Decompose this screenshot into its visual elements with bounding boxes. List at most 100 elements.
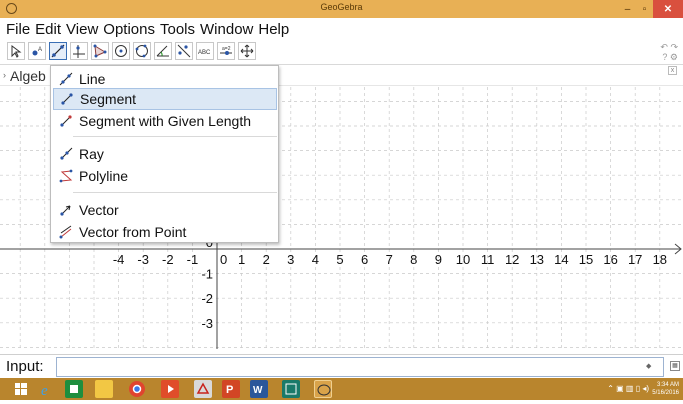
help-icon[interactable]: ? [662, 52, 667, 62]
keyboard-icon[interactable]: ▦ [670, 361, 680, 371]
move-graphics-tool-button[interactable] [238, 42, 256, 60]
settings-icon[interactable]: ⚙ [670, 52, 678, 62]
system-tray[interactable]: ⌃ ▣ ▥ ▯ ◂) [607, 384, 649, 393]
menu-item-segment[interactable]: Segment [53, 88, 277, 110]
x-tick-label: -1 [187, 252, 199, 267]
line-tool-button[interactable] [49, 42, 67, 60]
x-tick-label: 14 [554, 252, 568, 267]
menu-edit[interactable]: Edit [35, 21, 61, 38]
y-tick-label: -1 [201, 267, 213, 282]
x-tick-label: 0 [220, 252, 227, 267]
acrobat-icon[interactable] [194, 380, 212, 398]
menu-file[interactable]: File [6, 21, 30, 38]
menu-item-label: Ray [79, 146, 104, 162]
line-tool-icon [51, 44, 65, 58]
circle-tool-button[interactable] [112, 42, 130, 60]
x-tick-label: 17 [628, 252, 642, 267]
minimize-button[interactable]: – [619, 0, 636, 18]
clock-date: 5/16/2016 [652, 390, 679, 396]
expand-arrow-icon[interactable]: › [3, 70, 6, 80]
angle-tool-button[interactable] [154, 42, 172, 60]
maximize-button[interactable]: ▫ [636, 0, 653, 18]
y-tick-label: -3 [201, 316, 213, 331]
x-tick-label: -4 [113, 252, 125, 267]
x-tick-label: 15 [579, 252, 593, 267]
chrome-icon[interactable] [128, 380, 146, 398]
media-player-icon[interactable] [161, 380, 179, 398]
menu-item-label: Polyline [79, 168, 129, 184]
close-button[interactable]: ✕ [653, 0, 683, 18]
x-tick-label: 8 [410, 252, 417, 267]
menu-item-ray[interactable]: Ray [53, 143, 277, 165]
menu-separator [73, 136, 277, 137]
x-tick-label: 10 [456, 252, 470, 267]
menu-options[interactable]: Options [103, 21, 155, 38]
point-tool-button[interactable]: A [28, 42, 46, 60]
move-tool-icon [11, 45, 22, 58]
undo-icon[interactable]: ↶ [660, 42, 668, 52]
menu-separator [73, 192, 277, 193]
windows-start-icon[interactable] [12, 380, 30, 398]
slider-icon: a=2 [220, 46, 232, 55]
svg-text:P: P [226, 384, 233, 396]
input-label: Input: [6, 358, 44, 375]
file-explorer-icon[interactable] [95, 380, 113, 398]
window-controls: – ▫ ✕ [619, 0, 683, 18]
x-tick-label: 12 [505, 252, 519, 267]
input-history-icon[interactable]: ◆ [646, 362, 651, 370]
slider-tool-button[interactable]: a=2 [217, 42, 235, 60]
undo-redo-area: ↶ ↷ ? ⚙ [660, 42, 678, 62]
move-tool-button[interactable] [7, 42, 25, 60]
store-icon[interactable] [65, 380, 83, 398]
window-title: GeoGebra [320, 2, 363, 12]
redo-icon[interactable]: ↷ [670, 42, 678, 52]
toolbar: A ABC a=2 ↶ ↷ ? ⚙ [0, 40, 683, 64]
x-tick-label: -3 [137, 252, 149, 267]
polygon-icon [93, 44, 107, 58]
menu-item-label: Segment with Given Length [79, 113, 251, 129]
menu-tools[interactable]: Tools [160, 21, 195, 38]
svg-text:ABC: ABC [198, 50, 211, 56]
x-tick-label: -2 [162, 252, 174, 267]
vector-icon [60, 205, 71, 216]
powerpoint-icon[interactable]: P [222, 380, 240, 398]
menu-help[interactable]: Help [258, 21, 289, 38]
x-tick-label: 2 [263, 252, 270, 267]
menu-item-polyline[interactable]: Polyline [53, 165, 277, 187]
circle-through-points-icon [135, 44, 148, 58]
menu-bar: File Edit View Options Tools Window Help [0, 18, 683, 40]
x-tick-label: 7 [386, 252, 393, 267]
polygon-tool-button[interactable] [91, 42, 109, 60]
menu-item-label: Line [79, 71, 106, 87]
publisher-icon[interactable] [282, 380, 300, 398]
perpendicular-line-tool-button[interactable] [70, 42, 88, 60]
text-icon: ABC [198, 50, 211, 56]
circle-through-points-tool-button[interactable] [133, 42, 151, 60]
perpendicular-line-icon [73, 45, 85, 58]
input-field[interactable] [56, 357, 664, 377]
ray-icon [60, 147, 73, 160]
menu-item-vector[interactable]: Vector [53, 199, 277, 221]
menu-item-label: Vector from Point [79, 224, 187, 240]
x-tick-label: 6 [361, 252, 368, 267]
menu-view[interactable]: View [66, 21, 98, 38]
reflect-tool-button[interactable] [175, 42, 193, 60]
vector-from-point-icon [59, 225, 72, 239]
menu-item-line[interactable]: Line [53, 68, 277, 90]
reflect-icon [177, 44, 191, 58]
svg-text:a=2: a=2 [222, 46, 231, 52]
algebra-panel-label[interactable]: Algeb [10, 68, 46, 84]
svg-text:A: A [38, 47, 42, 53]
geogebra-icon[interactable] [314, 380, 332, 398]
panel-close-icon[interactable]: x [668, 66, 677, 75]
menu-item-vector-from-point[interactable]: Vector from Point [53, 221, 277, 243]
clock[interactable]: 3:34 AM 5/16/2016 [652, 381, 679, 397]
taskbar: e P W ⌃ ▣ ▥ ▯ ◂) 3:34 AM 5/16/2016 [0, 378, 683, 400]
segment-given-length-icon [60, 115, 72, 127]
menu-window[interactable]: Window [200, 21, 253, 38]
x-tick-label: 5 [336, 252, 343, 267]
internet-explorer-icon[interactable]: e [38, 380, 56, 399]
menu-item-segment-given-length[interactable]: Segment with Given Length [53, 110, 277, 132]
word-icon[interactable]: W [250, 380, 268, 398]
text-tool-button[interactable]: ABC [196, 42, 214, 60]
